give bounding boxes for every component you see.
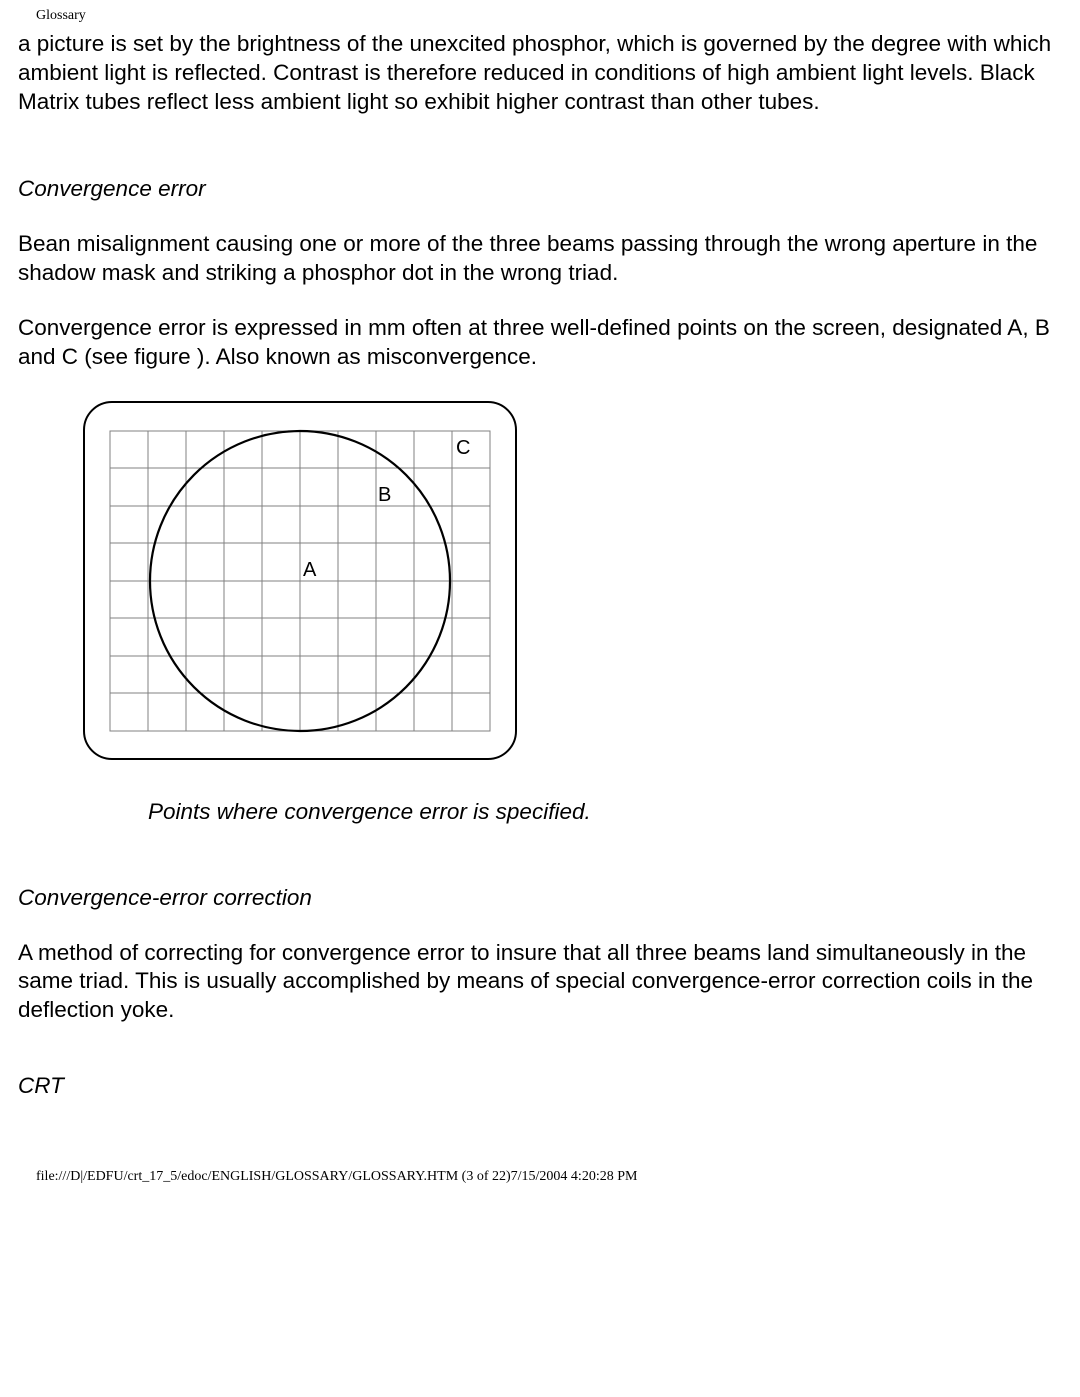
figure-caption: Points where convergence error is specif… [148, 799, 1062, 825]
browser-tab-title: Glossary [36, 8, 1062, 24]
figure-label-a: A [303, 559, 317, 581]
heading-crt: CRT [18, 1073, 1062, 1099]
figure-label-b: B [378, 484, 391, 506]
figure-label-c: C [456, 437, 470, 459]
page-footer: file:///D|/EDFU/crt_17_5/edoc/ENGLISH/GL… [36, 1169, 1062, 1185]
heading-convergence-error: Convergence error [18, 176, 1062, 202]
figure-svg: A B C [80, 398, 520, 763]
convergence-error-p1: Bean misalignment causing one or more of… [18, 230, 1062, 288]
intro-paragraph: a picture is set by the brightness of th… [18, 30, 1062, 116]
heading-convergence-error-correction: Convergence-error correction [18, 885, 1062, 911]
convergence-error-figure: A B C [80, 398, 1062, 763]
convergence-error-p2: Convergence error is expressed in mm oft… [18, 314, 1062, 372]
convergence-error-correction-p1: A method of correcting for convergence e… [18, 939, 1062, 1025]
